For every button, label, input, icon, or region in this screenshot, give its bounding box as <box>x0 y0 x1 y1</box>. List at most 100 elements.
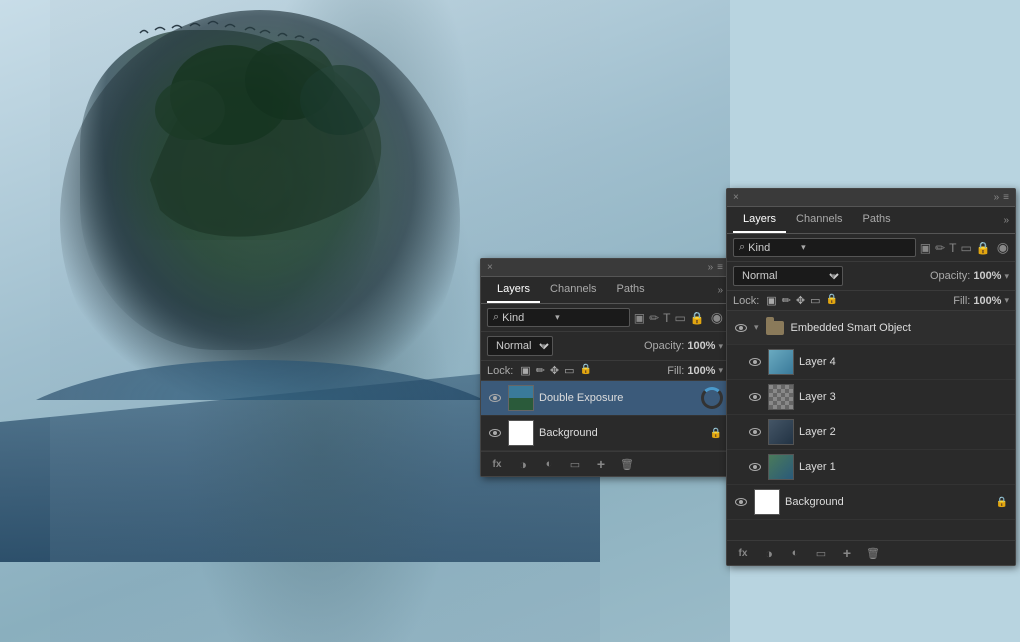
layers-panel-large: × » ≡ Layers Channels Paths » ⌕ ▾ ▣ ✏ T … <box>726 188 1016 566</box>
eye-icon-embedded[interactable] <box>733 322 749 334</box>
filter-icons-large: ▣ ✏ T ▭ 🔒 <box>920 241 991 255</box>
group-icon-large[interactable]: ▭ <box>811 545 831 561</box>
fill-value-small[interactable]: 100% <box>687 365 715 377</box>
opacity-group-large: Opacity: 100% ▾ <box>930 270 1009 282</box>
layer-name-layer1: Layer 1 <box>799 461 1009 473</box>
blend-mode-select-small[interactable]: Normal <box>487 336 553 356</box>
lock-icons-small: ▣ ✏ ✥ ▭ 🔒 <box>520 364 592 377</box>
blend-row-small: Normal ▾ Opacity: 100% ▾ <box>481 332 729 361</box>
mask-icon-small[interactable]: ◑ <box>513 456 533 472</box>
filter-brush-icon-large[interactable]: ✏ <box>935 241 945 255</box>
delete-layer-icon-small[interactable]: 🗑 <box>617 456 637 472</box>
eye-icon-layer4[interactable] <box>747 356 763 368</box>
filter-brush-icon[interactable]: ✏ <box>649 311 659 325</box>
tab-channels-small[interactable]: Channels <box>540 277 606 303</box>
lock-row-small: Lock: ▣ ✏ ✥ ▭ 🔒 Fill: 100% ▾ <box>481 361 729 381</box>
opacity-value-large[interactable]: 100% <box>973 270 1001 282</box>
blend-mode-select-large[interactable]: Normal <box>733 266 843 286</box>
fx-icon-large[interactable]: fx <box>733 545 753 561</box>
tab-layers-small[interactable]: Layers <box>487 277 540 303</box>
layer-row-layer4[interactable]: Layer 4 <box>727 345 1015 380</box>
lock-icon-background-large: 🔒 <box>995 495 1009 509</box>
lock-pixel-icon-large[interactable]: ▣ <box>766 294 776 307</box>
opacity-value-small[interactable]: 100% <box>687 340 715 352</box>
lock-all-icon-large[interactable]: 🔒 <box>826 294 838 307</box>
eye-icon-layer1[interactable] <box>747 461 763 473</box>
panel-large-menu[interactable]: ≡ <box>1003 192 1009 203</box>
delete-layer-icon-large[interactable]: 🗑 <box>863 545 883 561</box>
panel-small-titlebar: × » ≡ <box>481 259 729 277</box>
layer-name-double-exposure: Double Exposure <box>539 392 696 404</box>
thumb-layer3 <box>768 384 794 410</box>
tab-more-large[interactable]: » <box>1003 215 1009 226</box>
layer-row-double-exposure[interactable]: Double Exposure <box>481 381 729 416</box>
eye-icon-background-small[interactable] <box>487 427 503 439</box>
tab-channels-large[interactable]: Channels <box>786 207 852 233</box>
filter-toggle-icon[interactable]: ◉ <box>711 309 723 326</box>
layer-name-background-large: Background <box>785 496 990 508</box>
thumb-double-exposure <box>508 385 534 411</box>
lock-move-icon[interactable]: ✥ <box>550 364 559 377</box>
layer-name-background-small: Background <box>539 427 704 439</box>
filter-smart-icon[interactable]: 🔒 <box>690 311 705 325</box>
kind-chevron-small: ▾ <box>555 312 560 323</box>
lock-artboard-icon[interactable]: ▭ <box>564 364 574 377</box>
layer-row-background-large[interactable]: Background 🔒 <box>727 485 1015 520</box>
filter-pixel-icon-large[interactable]: ▣ <box>920 241 931 255</box>
lock-label-small: Lock: <box>487 365 513 377</box>
panel-small-close[interactable]: × <box>487 262 493 273</box>
fill-chevron-small: ▾ <box>718 365 723 376</box>
tab-paths-large[interactable]: Paths <box>853 207 901 233</box>
new-layer-icon-small[interactable]: + <box>591 456 611 472</box>
lock-label-large: Lock: <box>733 295 759 307</box>
expand-arrow-embedded[interactable]: ▾ <box>754 322 759 333</box>
filter-shape-icon[interactable]: ▭ <box>674 311 685 325</box>
panel-large-expand[interactable]: » <box>994 192 1000 203</box>
new-layer-icon-large[interactable]: + <box>837 545 857 561</box>
eye-icon-layer2[interactable] <box>747 426 763 438</box>
layer-row-embedded-smart-object[interactable]: ▾ Embedded Smart Object <box>727 311 1015 345</box>
filter-smart-icon-large[interactable]: 🔒 <box>976 241 991 255</box>
lock-move-icon-large[interactable]: ✥ <box>796 294 805 307</box>
panel-small-expand[interactable]: » <box>708 262 714 273</box>
layer-row-background-small[interactable]: Background 🔒 <box>481 416 729 451</box>
filter-pixel-icon[interactable]: ▣ <box>634 311 645 325</box>
layer-row-layer3[interactable]: Layer 3 <box>727 380 1015 415</box>
layer-row-layer2[interactable]: Layer 2 <box>727 415 1015 450</box>
search-input-small[interactable] <box>502 312 552 324</box>
eye-icon-double-exposure[interactable] <box>487 392 503 404</box>
eye-icon-layer3[interactable] <box>747 391 763 403</box>
lock-row-large: Lock: ▣ ✏ ✥ ▭ 🔒 Fill: 100% ▾ <box>727 291 1015 311</box>
filter-text-icon[interactable]: T <box>663 311 670 325</box>
search-box-small[interactable]: ⌕ ▾ <box>487 308 630 327</box>
search-input-large[interactable] <box>748 242 798 254</box>
fx-icon-small[interactable]: fx <box>487 456 507 472</box>
tab-layers-large[interactable]: Layers <box>733 207 786 233</box>
filter-toggle-icon-large[interactable]: ◉ <box>997 239 1009 256</box>
group-icon-small[interactable]: ▭ <box>565 456 585 472</box>
layer-row-layer1[interactable]: Layer 1 <box>727 450 1015 485</box>
lock-all-icon[interactable]: 🔒 <box>580 364 592 377</box>
opacity-label-small: Opacity: <box>644 340 684 352</box>
lock-artboard-icon-large[interactable]: ▭ <box>810 294 820 307</box>
lock-brush-icon-large[interactable]: ✏ <box>782 294 791 307</box>
adjustment-icon-large[interactable]: ◐ <box>785 545 805 561</box>
layers-panel-small: × » ≡ Layers Channels Paths » ⌕ ▾ ▣ ✏ T … <box>480 258 730 477</box>
thumb-background-large <box>754 489 780 515</box>
eye-icon-background-large[interactable] <box>733 496 749 508</box>
filter-shape-icon-large[interactable]: ▭ <box>960 241 971 255</box>
opacity-chevron-large: ▾ <box>1004 271 1009 282</box>
filter-text-icon-large[interactable]: T <box>949 241 956 255</box>
thumb-background-small <box>508 420 534 446</box>
lock-brush-icon[interactable]: ✏ <box>536 364 545 377</box>
mask-icon-large[interactable]: ◑ <box>759 545 779 561</box>
tab-more-small[interactable]: » <box>717 285 723 296</box>
tab-paths-small[interactable]: Paths <box>607 277 655 303</box>
kind-chevron-large: ▾ <box>801 242 806 253</box>
search-box-large[interactable]: ⌕ ▾ <box>733 238 916 257</box>
lock-pixel-icon[interactable]: ▣ <box>520 364 530 377</box>
panel-large-close[interactable]: × <box>733 192 739 203</box>
adjustment-icon-small[interactable]: ◐ <box>539 456 559 472</box>
fill-value-large[interactable]: 100% <box>973 295 1001 307</box>
panel-small-menu[interactable]: ≡ <box>717 262 723 273</box>
